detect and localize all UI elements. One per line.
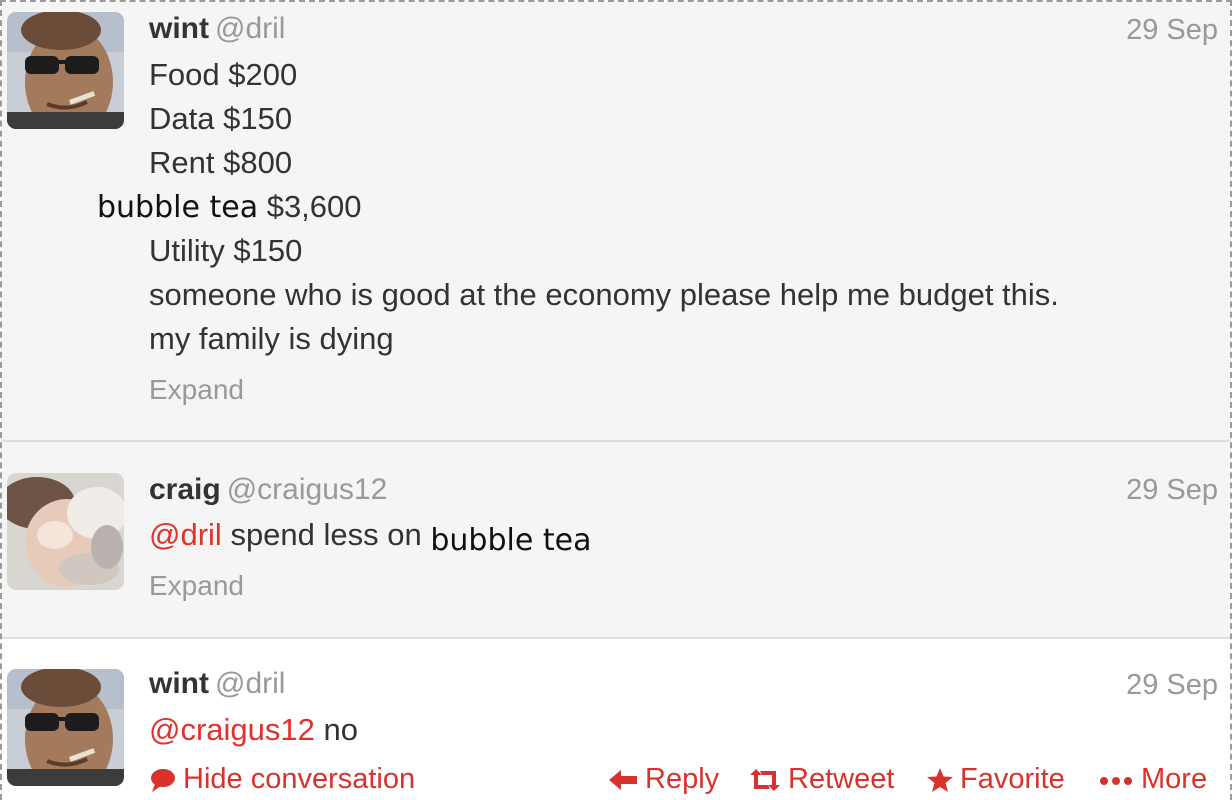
conversation-frame: wint @dril 29 Sep Food $200 Data $150 Ren… (0, 0, 1232, 800)
reply-button[interactable]: Reply (607, 763, 719, 796)
tweet-2-header: craig @craigus12 (149, 473, 387, 507)
tweet-date[interactable]: 29 Sep (1126, 13, 1218, 47)
tweet-line: Food $200 (149, 57, 298, 92)
tweet-date[interactable]: 29 Sep (1126, 668, 1218, 702)
more-button[interactable]: More (1099, 763, 1207, 796)
more-label: More (1141, 763, 1208, 795)
tweet-line: Utility $150 (149, 233, 303, 268)
retweet-label: Retweet (788, 763, 895, 795)
expand-link[interactable]: Expand (149, 374, 244, 406)
favorite-button[interactable]: Favorite (926, 763, 1065, 796)
tweet-line: Data $150 (149, 101, 293, 136)
author-name[interactable]: wint (149, 667, 209, 700)
retweet-icon (750, 768, 780, 791)
ellipsis-icon (1100, 776, 1132, 785)
author-name[interactable]: craig (149, 473, 221, 506)
tweet-2[interactable]: craig @craigus12 29 Sep @dril spend less … (2, 442, 1230, 637)
author-name[interactable]: wint (149, 12, 209, 45)
author-handle[interactable]: @dril (215, 12, 285, 45)
tweet-text: @craigus12 no (149, 712, 358, 748)
speech-bubble-icon (151, 768, 175, 792)
mention-link[interactable]: @dril (149, 517, 222, 552)
mention-link[interactable]: @craigus12 (149, 712, 315, 747)
hide-conversation-label: Hide conversation (183, 763, 416, 795)
tweet-line-overlay: bubble tea $3,600 (97, 189, 362, 226)
avatar-craig[interactable] (7, 473, 124, 590)
hide-conversation-button[interactable]: Hide conversation (149, 763, 415, 796)
avatar-wint-image (7, 12, 124, 129)
favorite-label: Favorite (960, 763, 1065, 795)
tweet-line: Rent $800 (149, 145, 293, 180)
avatar-craig-image (7, 473, 124, 590)
star-icon (927, 767, 953, 792)
author-handle[interactable]: @dril (215, 667, 285, 700)
tweet-1-header: wint @dril (149, 12, 285, 46)
tweet-3-header: wint @dril (149, 667, 285, 701)
reply-label: Reply (645, 763, 720, 795)
tweet-line: my family is dying (149, 321, 394, 356)
tweet-text-body: spend less on (230, 517, 422, 552)
overlay-amount: $3,600 (266, 189, 362, 224)
tweet-actions: Hide conversation Reply Retweet Favorite… (2, 763, 1230, 799)
expand-link[interactable]: Expand (149, 570, 244, 602)
author-handle[interactable]: @craigus12 (227, 473, 388, 506)
tweet-line: someone who is good at the economy pleas… (149, 277, 1059, 312)
tweet-3[interactable]: wint @dril 29 Sep @craigus12 no Hide conv… (2, 639, 1230, 800)
overlay-label: bubble tea (97, 190, 259, 225)
tweet-text-body: no (323, 712, 358, 747)
avatar-wint[interactable] (7, 12, 124, 129)
reply-arrow-icon (609, 769, 637, 790)
tweet-text: @dril spend less on bubble tea (149, 517, 591, 558)
overlay-label: bubble tea (430, 523, 592, 558)
retweet-button[interactable]: Retweet (748, 763, 894, 796)
tweet-1[interactable]: wint @dril 29 Sep Food $200 Data $150 Ren… (2, 2, 1230, 440)
tweet-date[interactable]: 29 Sep (1126, 473, 1218, 507)
